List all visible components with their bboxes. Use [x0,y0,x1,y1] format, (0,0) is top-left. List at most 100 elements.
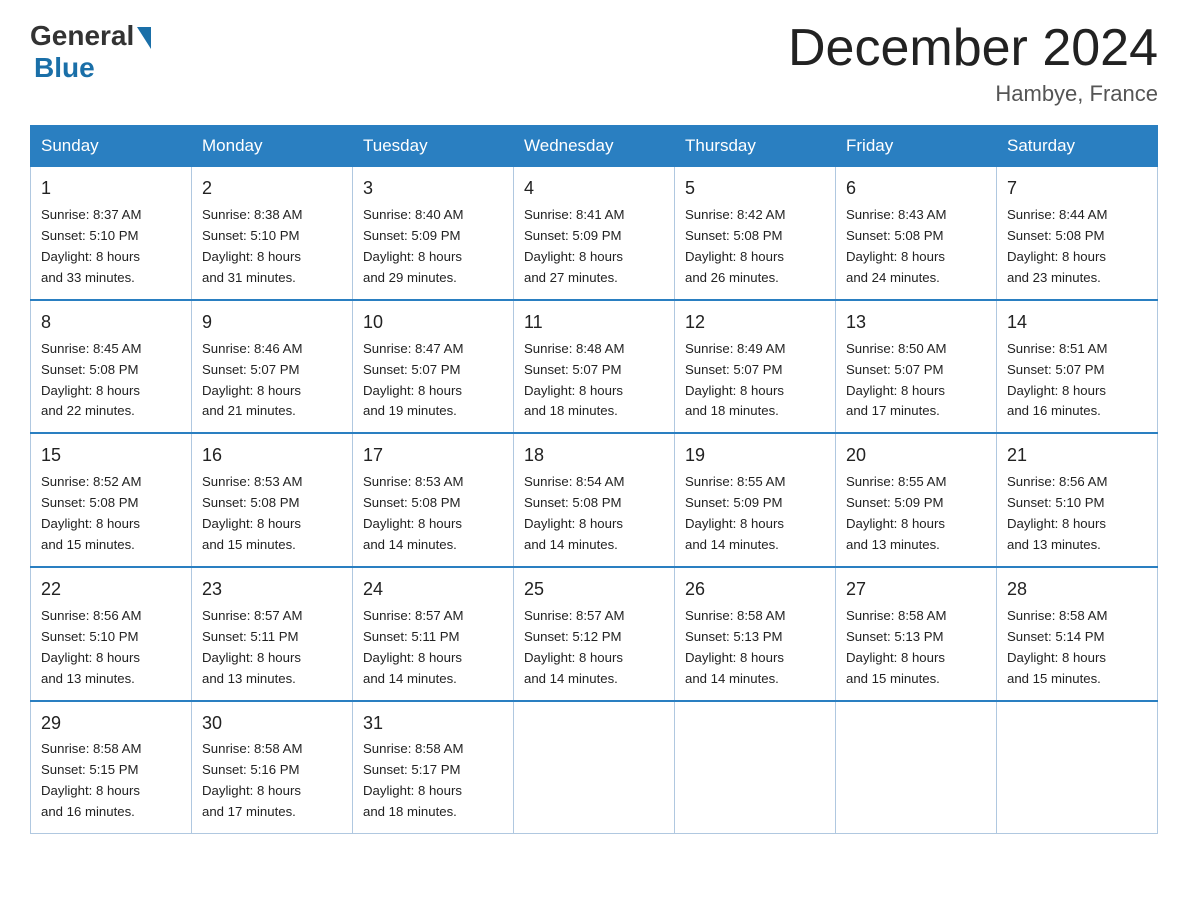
calendar-cell: 27 Sunrise: 8:58 AMSunset: 5:13 PMDaylig… [836,567,997,701]
day-number: 2 [202,175,342,203]
calendar-cell: 10 Sunrise: 8:47 AMSunset: 5:07 PMDaylig… [353,300,514,434]
logo-triangle-icon [137,27,151,49]
day-info: Sunrise: 8:38 AMSunset: 5:10 PMDaylight:… [202,207,302,285]
day-number: 4 [524,175,664,203]
day-number: 23 [202,576,342,604]
calendar-cell [675,701,836,834]
day-info: Sunrise: 8:48 AMSunset: 5:07 PMDaylight:… [524,341,624,419]
calendar-cell: 23 Sunrise: 8:57 AMSunset: 5:11 PMDaylig… [192,567,353,701]
day-number: 10 [363,309,503,337]
day-info: Sunrise: 8:37 AMSunset: 5:10 PMDaylight:… [41,207,141,285]
day-number: 26 [685,576,825,604]
calendar-cell: 8 Sunrise: 8:45 AMSunset: 5:08 PMDayligh… [31,300,192,434]
calendar-cell [997,701,1158,834]
day-info: Sunrise: 8:58 AMSunset: 5:14 PMDaylight:… [1007,608,1107,686]
calendar-table: SundayMondayTuesdayWednesdayThursdayFrid… [30,125,1158,834]
day-info: Sunrise: 8:58 AMSunset: 5:13 PMDaylight:… [685,608,785,686]
day-number: 13 [846,309,986,337]
calendar-cell: 24 Sunrise: 8:57 AMSunset: 5:11 PMDaylig… [353,567,514,701]
weekday-header-friday: Friday [836,126,997,167]
calendar-cell: 6 Sunrise: 8:43 AMSunset: 5:08 PMDayligh… [836,167,997,300]
weekday-header-wednesday: Wednesday [514,126,675,167]
day-number: 17 [363,442,503,470]
day-number: 22 [41,576,181,604]
calendar-cell: 31 Sunrise: 8:58 AMSunset: 5:17 PMDaylig… [353,701,514,834]
day-number: 29 [41,710,181,738]
day-number: 7 [1007,175,1147,203]
day-info: Sunrise: 8:43 AMSunset: 5:08 PMDaylight:… [846,207,946,285]
calendar-cell: 13 Sunrise: 8:50 AMSunset: 5:07 PMDaylig… [836,300,997,434]
day-info: Sunrise: 8:53 AMSunset: 5:08 PMDaylight:… [202,474,302,552]
calendar-week-row: 29 Sunrise: 8:58 AMSunset: 5:15 PMDaylig… [31,701,1158,834]
calendar-cell: 9 Sunrise: 8:46 AMSunset: 5:07 PMDayligh… [192,300,353,434]
calendar-cell: 17 Sunrise: 8:53 AMSunset: 5:08 PMDaylig… [353,433,514,567]
day-number: 31 [363,710,503,738]
calendar-cell: 1 Sunrise: 8:37 AMSunset: 5:10 PMDayligh… [31,167,192,300]
calendar-cell [836,701,997,834]
day-info: Sunrise: 8:42 AMSunset: 5:08 PMDaylight:… [685,207,785,285]
day-info: Sunrise: 8:40 AMSunset: 5:09 PMDaylight:… [363,207,463,285]
weekday-header-sunday: Sunday [31,126,192,167]
day-info: Sunrise: 8:45 AMSunset: 5:08 PMDaylight:… [41,341,141,419]
day-info: Sunrise: 8:53 AMSunset: 5:08 PMDaylight:… [363,474,463,552]
calendar-cell: 12 Sunrise: 8:49 AMSunset: 5:07 PMDaylig… [675,300,836,434]
calendar-cell: 15 Sunrise: 8:52 AMSunset: 5:08 PMDaylig… [31,433,192,567]
day-number: 14 [1007,309,1147,337]
day-number: 15 [41,442,181,470]
day-info: Sunrise: 8:56 AMSunset: 5:10 PMDaylight:… [1007,474,1107,552]
day-number: 9 [202,309,342,337]
day-number: 27 [846,576,986,604]
logo: General Blue [30,20,151,84]
month-title: December 2024 [788,20,1158,77]
day-info: Sunrise: 8:54 AMSunset: 5:08 PMDaylight:… [524,474,624,552]
day-info: Sunrise: 8:58 AMSunset: 5:13 PMDaylight:… [846,608,946,686]
location-title: Hambye, France [788,81,1158,107]
day-info: Sunrise: 8:58 AMSunset: 5:16 PMDaylight:… [202,741,302,819]
weekday-header-monday: Monday [192,126,353,167]
calendar-cell: 30 Sunrise: 8:58 AMSunset: 5:16 PMDaylig… [192,701,353,834]
weekday-header-row: SundayMondayTuesdayWednesdayThursdayFrid… [31,126,1158,167]
calendar-cell: 22 Sunrise: 8:56 AMSunset: 5:10 PMDaylig… [31,567,192,701]
calendar-cell: 25 Sunrise: 8:57 AMSunset: 5:12 PMDaylig… [514,567,675,701]
calendar-cell: 16 Sunrise: 8:53 AMSunset: 5:08 PMDaylig… [192,433,353,567]
calendar-cell: 19 Sunrise: 8:55 AMSunset: 5:09 PMDaylig… [675,433,836,567]
calendar-cell: 29 Sunrise: 8:58 AMSunset: 5:15 PMDaylig… [31,701,192,834]
day-info: Sunrise: 8:55 AMSunset: 5:09 PMDaylight:… [846,474,946,552]
calendar-cell: 7 Sunrise: 8:44 AMSunset: 5:08 PMDayligh… [997,167,1158,300]
day-number: 24 [363,576,503,604]
calendar-cell: 20 Sunrise: 8:55 AMSunset: 5:09 PMDaylig… [836,433,997,567]
day-number: 3 [363,175,503,203]
day-info: Sunrise: 8:49 AMSunset: 5:07 PMDaylight:… [685,341,785,419]
day-number: 1 [41,175,181,203]
day-number: 12 [685,309,825,337]
day-number: 28 [1007,576,1147,604]
day-number: 20 [846,442,986,470]
calendar-cell: 11 Sunrise: 8:48 AMSunset: 5:07 PMDaylig… [514,300,675,434]
calendar-week-row: 8 Sunrise: 8:45 AMSunset: 5:08 PMDayligh… [31,300,1158,434]
day-info: Sunrise: 8:41 AMSunset: 5:09 PMDaylight:… [524,207,624,285]
day-number: 21 [1007,442,1147,470]
day-info: Sunrise: 8:55 AMSunset: 5:09 PMDaylight:… [685,474,785,552]
calendar-cell: 21 Sunrise: 8:56 AMSunset: 5:10 PMDaylig… [997,433,1158,567]
day-info: Sunrise: 8:57 AMSunset: 5:12 PMDaylight:… [524,608,624,686]
day-info: Sunrise: 8:50 AMSunset: 5:07 PMDaylight:… [846,341,946,419]
weekday-header-saturday: Saturday [997,126,1158,167]
calendar-cell: 5 Sunrise: 8:42 AMSunset: 5:08 PMDayligh… [675,167,836,300]
calendar-cell: 28 Sunrise: 8:58 AMSunset: 5:14 PMDaylig… [997,567,1158,701]
day-number: 25 [524,576,664,604]
calendar-cell: 2 Sunrise: 8:38 AMSunset: 5:10 PMDayligh… [192,167,353,300]
day-info: Sunrise: 8:47 AMSunset: 5:07 PMDaylight:… [363,341,463,419]
calendar-cell: 4 Sunrise: 8:41 AMSunset: 5:09 PMDayligh… [514,167,675,300]
logo-general-text: General [30,20,134,52]
day-number: 6 [846,175,986,203]
calendar-cell: 18 Sunrise: 8:54 AMSunset: 5:08 PMDaylig… [514,433,675,567]
day-number: 16 [202,442,342,470]
day-info: Sunrise: 8:52 AMSunset: 5:08 PMDaylight:… [41,474,141,552]
calendar-week-row: 15 Sunrise: 8:52 AMSunset: 5:08 PMDaylig… [31,433,1158,567]
day-info: Sunrise: 8:57 AMSunset: 5:11 PMDaylight:… [202,608,302,686]
calendar-week-row: 1 Sunrise: 8:37 AMSunset: 5:10 PMDayligh… [31,167,1158,300]
day-number: 5 [685,175,825,203]
calendar-week-row: 22 Sunrise: 8:56 AMSunset: 5:10 PMDaylig… [31,567,1158,701]
calendar-cell [514,701,675,834]
day-number: 30 [202,710,342,738]
